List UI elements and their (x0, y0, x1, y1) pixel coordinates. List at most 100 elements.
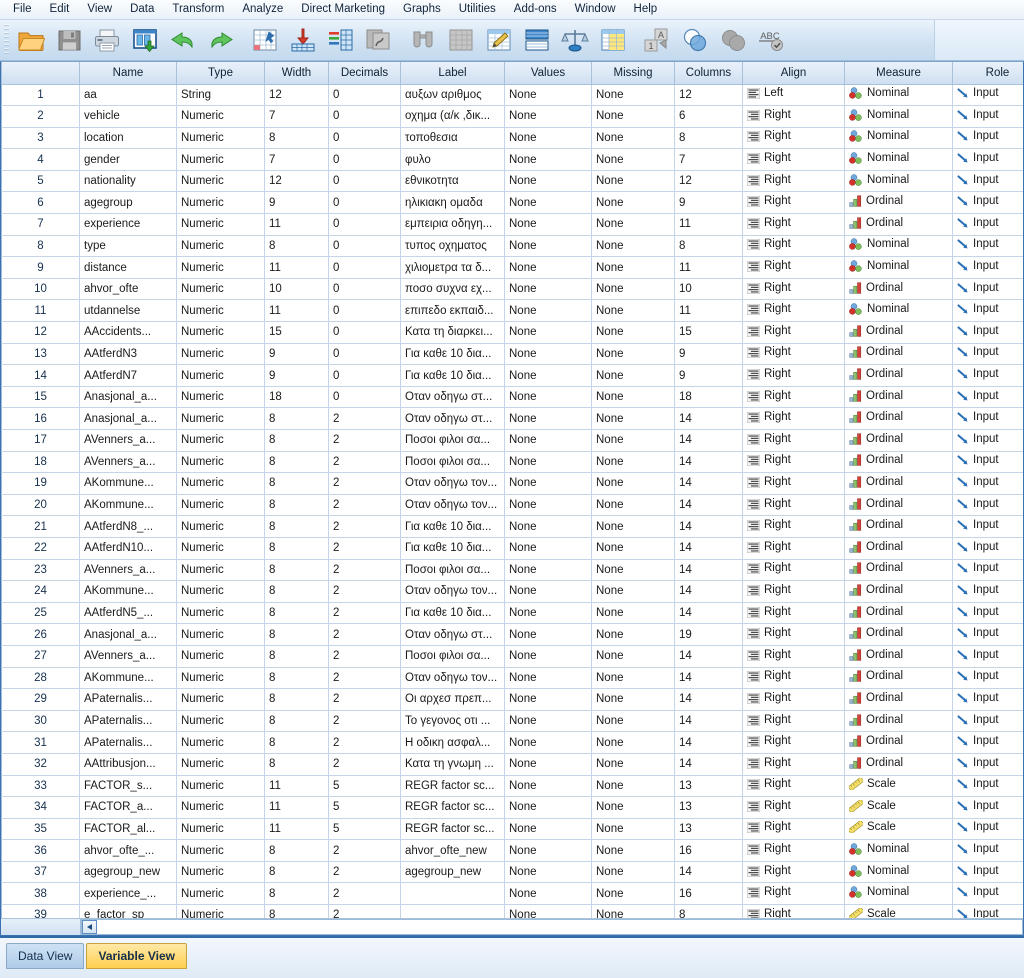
table-row[interactable]: 3 location Numeric 8 0 τοποθεσια None None 8 Rig… (1, 126, 1023, 150)
cell-variable-missing[interactable]: None (591, 494, 675, 517)
cell-variable-missing[interactable]: None (591, 775, 675, 798)
cell-variable-columns[interactable]: 11 (674, 256, 743, 279)
cell-variable-columns[interactable]: 14 (674, 710, 743, 733)
row-number[interactable]: 19 (1, 472, 80, 495)
cell-variable-role[interactable]: Input (952, 710, 1023, 733)
cell-variable-measure[interactable]: Ordinal (844, 386, 953, 409)
cell-variable-name[interactable]: APaternalis... (79, 710, 177, 733)
cell-variable-name[interactable]: AAtferdN8_... (79, 515, 177, 538)
cell-variable-name[interactable]: distance (79, 256, 177, 279)
cell-variable-label[interactable]: επιπεδο εκπαιδ... (400, 299, 505, 323)
cell-variable-missing[interactable]: None (591, 537, 675, 560)
cell-variable-name[interactable]: AAtferdN7 (79, 364, 177, 387)
cell-variable-name[interactable]: ahvor_ofte (79, 278, 177, 301)
cell-variable-missing[interactable]: None (591, 364, 675, 387)
value-labels-icon[interactable]: A 1 (638, 22, 676, 58)
cell-variable-measure[interactable]: Nominal (844, 127, 953, 150)
cell-variable-columns[interactable]: 14 (674, 580, 743, 603)
menu-item-edit[interactable]: Edit (41, 0, 79, 19)
cell-variable-values[interactable]: None (504, 170, 592, 193)
cell-variable-role[interactable]: Input (952, 775, 1023, 798)
cell-variable-name[interactable]: AKommune... (79, 580, 177, 603)
row-number[interactable]: 12 (1, 321, 80, 344)
table-row[interactable]: 4 gender Numeric 7 0 φυλο None None 7 Right Nomi… (1, 148, 1023, 171)
cell-variable-values[interactable]: None (504, 710, 592, 733)
menu-item-add-ons[interactable]: Add-ons (505, 0, 566, 19)
cell-variable-values[interactable]: None (504, 861, 592, 884)
cell-variable-align[interactable]: Right (742, 559, 845, 582)
cell-variable-type[interactable]: Numeric (176, 580, 265, 603)
cell-variable-decimals[interactable]: 0 (328, 299, 401, 323)
row-number[interactable]: 18 (1, 450, 80, 474)
print-icon[interactable] (88, 22, 126, 58)
cell-variable-label[interactable]: Κατα τη γνωμη ... (400, 753, 505, 776)
cell-variable-name[interactable]: FACTOR_s... (79, 775, 177, 798)
cell-variable-role[interactable]: Input (952, 127, 1023, 150)
undo-icon[interactable] (164, 22, 202, 58)
cell-variable-label[interactable]: ποσο συχνα εχ... (400, 278, 505, 301)
cell-variable-values[interactable]: None (504, 386, 592, 409)
row-number[interactable]: 25 (1, 601, 80, 625)
cell-variable-label[interactable]: Για καθε 10 δια... (400, 537, 505, 560)
cell-variable-width[interactable]: 8 (264, 710, 329, 733)
table-row[interactable]: 20 AKommune... Numeric 8 2 Οταν οδηγω τον... N… (1, 493, 1023, 517)
cell-variable-columns[interactable]: 11 (674, 213, 743, 236)
cell-variable-values[interactable]: None (504, 256, 592, 279)
cell-variable-measure[interactable]: Scale (844, 796, 953, 819)
cell-variable-measure[interactable]: Ordinal (844, 213, 953, 236)
cell-variable-missing[interactable]: None (591, 299, 675, 323)
cell-variable-measure[interactable]: Nominal (844, 84, 953, 107)
table-row[interactable]: 31 APaternalis... Numeric 8 2 Η οδικη ασφαλ..… (1, 731, 1023, 754)
cell-variable-missing[interactable]: None (591, 515, 675, 538)
row-number[interactable]: 1 (1, 83, 80, 107)
cell-variable-missing[interactable]: None (591, 559, 675, 582)
cell-variable-missing[interactable]: None (591, 213, 675, 236)
cell-variable-align[interactable]: Right (742, 602, 845, 625)
cell-variable-role[interactable]: Input (952, 559, 1023, 582)
table-row[interactable]: 1 aa String 12 0 αυξων αριθμος None None 12 Left… (1, 83, 1023, 107)
cell-variable-columns[interactable]: 14 (674, 688, 743, 711)
table-row[interactable]: 9 distance Numeric 11 0 χιλιομετρα τα δ... Non… (1, 256, 1023, 279)
cell-variable-decimals[interactable]: 0 (328, 235, 401, 258)
cell-variable-role[interactable]: Input (952, 213, 1023, 236)
cell-variable-decimals[interactable]: 2 (328, 451, 401, 474)
redo-icon[interactable] (202, 22, 240, 58)
variable-view-grid[interactable]: Name Type Width Decimals Label Values Mi… (0, 61, 1024, 936)
cell-variable-decimals[interactable]: 2 (328, 645, 401, 668)
row-number[interactable]: 21 (1, 515, 80, 538)
cell-variable-measure[interactable]: Ordinal (844, 343, 953, 366)
cell-variable-role[interactable]: Input (952, 667, 1023, 690)
cell-variable-width[interactable]: 8 (264, 537, 329, 560)
cell-variable-columns[interactable]: 12 (674, 170, 743, 193)
menu-item-utilities[interactable]: Utilities (450, 0, 505, 19)
cell-variable-width[interactable]: 11 (264, 256, 329, 279)
cell-variable-label[interactable]: REGR factor sc... (400, 775, 505, 798)
cell-variable-columns[interactable]: 13 (674, 818, 743, 841)
cell-variable-type[interactable]: Numeric (176, 256, 265, 279)
cell-variable-values[interactable]: None (504, 278, 592, 301)
cell-variable-label[interactable]: Οι αρχεσ πρεπ... (400, 688, 505, 711)
cell-variable-role[interactable]: Input (952, 688, 1023, 711)
cell-variable-role[interactable]: Input (952, 148, 1023, 171)
cell-variable-measure[interactable]: Ordinal (844, 645, 953, 668)
cell-variable-columns[interactable]: 14 (674, 559, 743, 582)
cell-variable-decimals[interactable]: 0 (328, 364, 401, 387)
cell-variable-columns[interactable]: 18 (674, 386, 743, 409)
cell-variable-align[interactable]: Right (742, 343, 845, 366)
cell-variable-values[interactable]: None (504, 623, 592, 646)
cell-variable-missing[interactable]: None (591, 256, 675, 279)
cell-variable-align[interactable]: Right (742, 321, 845, 344)
cell-variable-width[interactable]: 8 (264, 861, 329, 884)
cell-variable-type[interactable]: Numeric (176, 775, 265, 798)
table-row[interactable]: 6 agegroup Numeric 9 0 ηλικιακη ομαδα None None… (1, 191, 1023, 215)
column-header-columns[interactable]: Columns (674, 62, 743, 85)
row-number[interactable]: 33 (1, 774, 80, 798)
cell-variable-align[interactable]: Right (742, 364, 845, 387)
cell-variable-label[interactable]: Ποσοι φιλοι σα... (400, 451, 505, 474)
cell-variable-decimals[interactable]: 2 (328, 667, 401, 690)
cell-variable-missing[interactable]: None (591, 343, 675, 366)
cell-variable-name[interactable]: AAtferdN3 (79, 343, 177, 366)
cell-variable-columns[interactable]: 12 (674, 84, 743, 107)
cell-variable-name[interactable]: ahvor_ofte_... (79, 839, 177, 862)
cell-variable-label[interactable]: Οταν οδηγω τον... (400, 580, 505, 603)
